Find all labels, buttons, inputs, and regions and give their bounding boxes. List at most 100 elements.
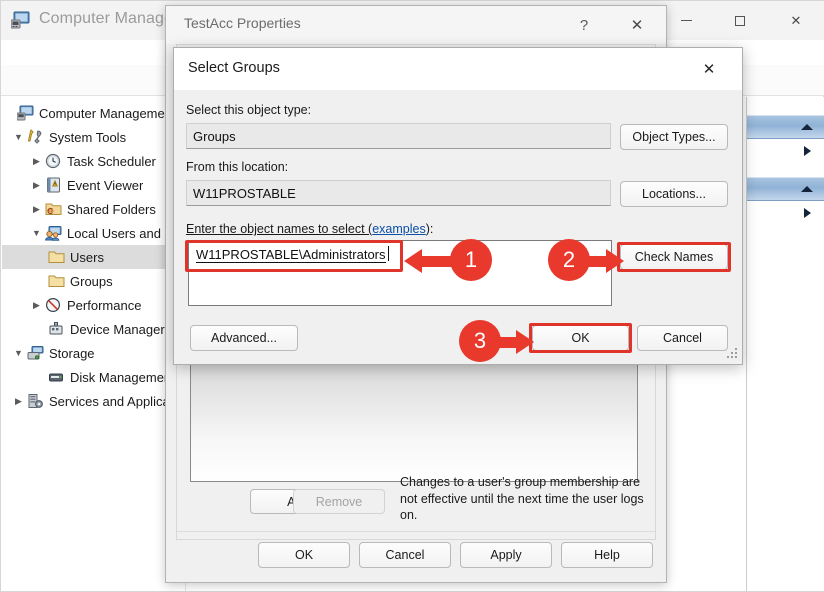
arrow-right-icon (606, 249, 624, 273)
select-groups-ok-button[interactable]: OK (532, 325, 629, 351)
properties-cancel-button[interactable]: Cancel (359, 542, 451, 568)
annotation-step-3: 3 (459, 320, 501, 362)
event-viewer-icon (45, 177, 62, 193)
close-icon: ✕ (702, 61, 716, 78)
tree-item-event-viewer[interactable]: ▶ Event Viewer (2, 173, 184, 197)
chevron-down-icon[interactable]: ▼ (12, 131, 25, 144)
examples-link[interactable]: examples (372, 222, 426, 236)
tree-item-label: Task Scheduler (67, 153, 156, 169)
resize-grip-icon[interactable] (727, 348, 738, 358)
object-types-button[interactable]: Object Types... (620, 124, 728, 150)
text-caret (388, 246, 389, 261)
annotation-arrow-3 (498, 330, 534, 354)
annotation-step-1: 1 (450, 239, 492, 281)
object-names-value: W11PROSTABLE\Administrators (196, 247, 386, 263)
properties-titlebar: TestAcc Properties ? ✕ (166, 6, 666, 44)
maximize-icon (735, 15, 745, 26)
chevron-down-icon[interactable]: ▼ (30, 227, 43, 240)
chevron-right-icon[interactable]: ▶ (30, 179, 43, 192)
actions-group-header[interactable] (747, 177, 824, 201)
folder-icon (48, 249, 65, 265)
computer-management-icon (11, 11, 30, 29)
annotation-step-2: 2 (548, 239, 590, 281)
question-mark-icon: ? (579, 16, 589, 34)
chevron-down-icon[interactable]: ▼ (12, 347, 25, 360)
check-names-button[interactable]: Check Names (620, 244, 728, 270)
properties-help-button-footer[interactable]: Help (561, 542, 653, 568)
properties-help-button[interactable]: ? (564, 6, 604, 44)
chevron-right-icon[interactable]: ▶ (30, 299, 43, 312)
tree-item-storage[interactable]: ▼ Storage (2, 341, 184, 365)
group-membership-note: Changes to a user's group membership are… (400, 475, 644, 522)
advanced-button[interactable]: Advanced... (190, 325, 298, 351)
annotation-arrow-1 (404, 249, 454, 273)
object-type-field[interactable]: Groups (186, 123, 611, 149)
computer-management-icon (16, 105, 34, 121)
collapse-up-icon (801, 186, 813, 192)
properties-title: TestAcc Properties (184, 15, 301, 31)
actions-group-row[interactable] (747, 201, 824, 225)
performance-icon (45, 297, 62, 313)
tree-item-shared-folders[interactable]: ▶ 22 Shared Folders (2, 197, 184, 221)
tree-item-label: Event Viewer (67, 177, 144, 193)
object-type-label: Select this object type: (186, 103, 312, 117)
location-field[interactable]: W11PROSTABLE (186, 180, 611, 206)
tree-item-label: Performance (67, 297, 142, 313)
annotation-arrow-2 (588, 249, 624, 273)
tree-chevron[interactable] (2, 107, 15, 120)
expand-right-icon (804, 208, 811, 218)
properties-close-button[interactable]: ✕ (614, 6, 660, 44)
member-of-list[interactable] (190, 364, 638, 482)
storage-icon (27, 345, 44, 361)
minimize-button[interactable] (663, 1, 709, 40)
task-scheduler-icon (45, 153, 62, 169)
select-groups-close-button[interactable]: ✕ (686, 48, 732, 90)
tree-item-computer-management[interactable]: Computer Management (2, 101, 184, 125)
tree-item-performance[interactable]: ▶ Performance (2, 293, 184, 317)
object-names-text: W11PROSTABLE\Administrators (196, 247, 386, 263)
tree-item-label: Groups (70, 273, 113, 289)
services-applications-icon (27, 393, 44, 409)
minimize-icon (680, 20, 692, 21)
tree-item-label: Services and Applications (49, 393, 184, 409)
properties-ok-button[interactable]: OK (258, 542, 350, 568)
shared-folders-icon: 22 (45, 201, 62, 217)
object-names-label-suffix: ): (425, 222, 434, 236)
select-groups-titlebar: Select Groups ✕ (174, 48, 742, 90)
svg-text:22: 22 (49, 209, 54, 214)
locations-button[interactable]: Locations... (620, 181, 728, 207)
device-manager-icon (48, 321, 65, 337)
remove-button: Remove (293, 489, 385, 514)
tree-item-label: Device Manager (70, 321, 165, 337)
actions-group-header[interactable] (747, 115, 824, 139)
arrow-right-icon (516, 330, 534, 354)
chevron-right-icon[interactable]: ▶ (12, 395, 25, 408)
disk-management-icon (48, 369, 65, 385)
tree-item-local-users-and-groups[interactable]: ▼ Local Users and Groups (2, 221, 184, 245)
select-groups-cancel-button[interactable]: Cancel (637, 325, 728, 351)
folder-icon (48, 273, 65, 289)
tree-item-disk-management[interactable]: Disk Management (2, 365, 184, 389)
tree-item-label: Storage (49, 345, 95, 361)
close-button[interactable]: ✕ (773, 1, 819, 40)
actions-group-row[interactable] (747, 139, 824, 163)
maximize-button[interactable] (717, 1, 763, 40)
properties-apply-button[interactable]: Apply (460, 542, 552, 568)
tree-item-users[interactable]: Users (2, 245, 184, 269)
actions-pane (746, 97, 824, 591)
chevron-right-icon[interactable]: ▶ (30, 155, 43, 168)
tree-item-device-manager[interactable]: Device Manager (2, 317, 184, 341)
tree-item-groups[interactable]: Groups (2, 269, 184, 293)
tree-item-label: Users (70, 249, 104, 265)
tree-item-task-scheduler[interactable]: ▶ Task Scheduler (2, 149, 184, 173)
object-names-label-prefix: Enter the object names to select ( (186, 222, 373, 236)
location-label: From this location: (186, 160, 289, 174)
tree-item-services-and-applications[interactable]: ▶ Services and Applications (2, 389, 184, 413)
tree-item-label: Shared Folders (67, 201, 156, 217)
tree-item-system-tools[interactable]: ▼ System Tools (2, 125, 184, 149)
chevron-right-icon[interactable]: ▶ (30, 203, 43, 216)
tree-item-label: System Tools (49, 129, 127, 145)
object-names-label: Enter the object names to select (exampl… (186, 222, 433, 236)
expand-right-icon (804, 146, 811, 156)
close-icon: ✕ (790, 12, 802, 28)
